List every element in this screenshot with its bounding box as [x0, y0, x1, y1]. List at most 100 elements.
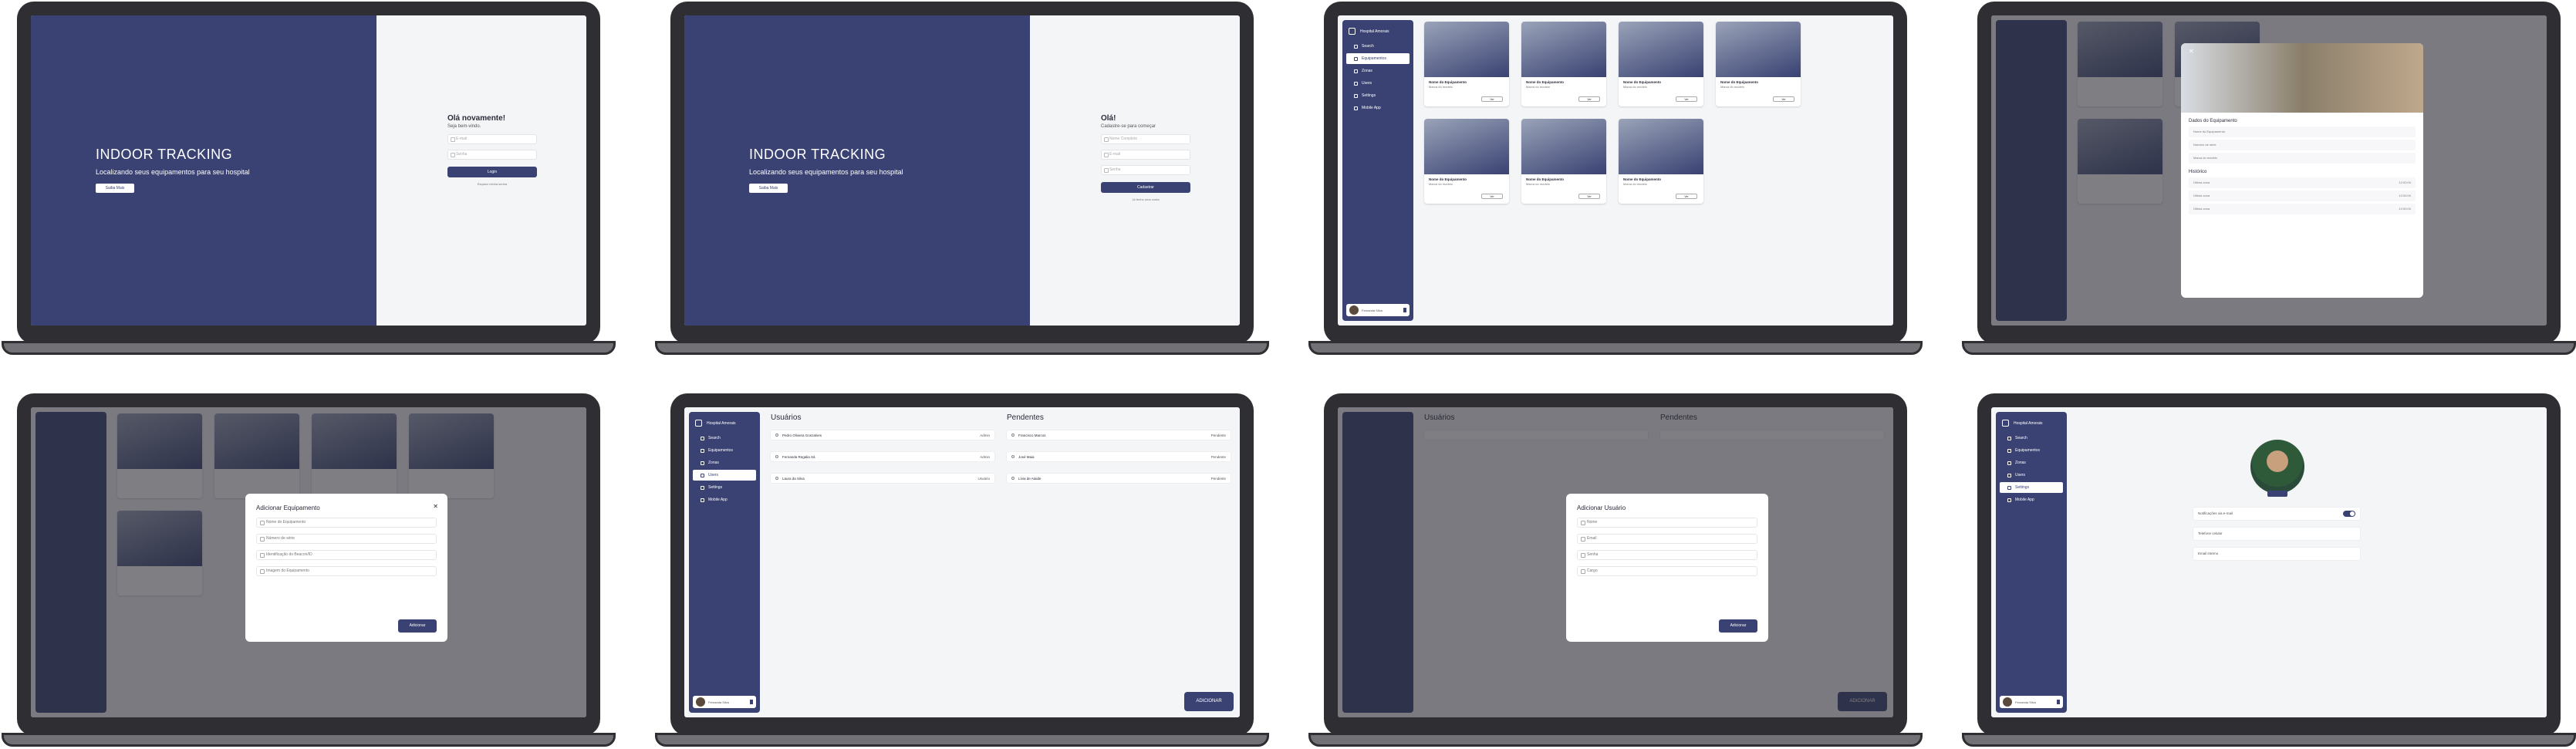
logout-icon[interactable] — [2057, 700, 2060, 704]
status-select[interactable]: Pendente — [1211, 477, 1226, 481]
add-button[interactable]: Adicionar — [398, 619, 437, 633]
equipment-card[interactable]: Nome do Equipamento Marca do modelo Ver — [1521, 22, 1606, 106]
sidebar-item-settings[interactable]: Settings — [2000, 482, 2063, 493]
view-button[interactable]: Ver — [1676, 194, 1697, 199]
history-row: Última zona 12:00:00 — [2189, 177, 2416, 188]
card-sub: Marca do modelo — [1429, 85, 1453, 89]
sidebar-item-search[interactable]: Search — [2000, 433, 2063, 444]
role-select[interactable]: Admin — [980, 434, 990, 437]
nav-label: Search — [2015, 436, 2027, 440]
person-icon — [1011, 434, 1015, 437]
login-button[interactable]: Login — [447, 167, 537, 177]
laptop-equipment: Hospital Amorais Search Equipamentos Zon… — [1308, 2, 1923, 356]
equipment-card[interactable]: Nome do Equipamento Marca do modelo Ver — [1619, 22, 1703, 106]
serial-number-field[interactable]: Número de série — [256, 534, 437, 544]
logout-icon[interactable] — [750, 700, 753, 704]
name-field[interactable]: Nome — [1577, 518, 1757, 528]
email-field[interactable]: E-mail — [1101, 150, 1190, 160]
password-field[interactable]: Senha — [447, 150, 537, 160]
pending-row[interactable]: José Maia Pendente — [1007, 452, 1231, 461]
laptop-lid: ✕ Dados do Equipamento Nome do Equipamen… — [1977, 2, 2561, 344]
role-select[interactable]: Usuário — [977, 477, 990, 481]
sidebar-item-mobile-app[interactable]: Mobile App — [1346, 103, 1410, 113]
sidebar-item-equipamentos[interactable]: Equipamentos — [693, 445, 756, 456]
password-field[interactable]: Senha — [1577, 550, 1757, 560]
sidebar-item-equipamentos[interactable]: Equipamentos — [1346, 53, 1410, 64]
login-form: Olá novamente! Seja bem-vindo. E-mail Se… — [447, 114, 537, 186]
email-field[interactable]: Email — [1577, 534, 1757, 544]
nav-label: Zonas — [708, 461, 719, 465]
password-field[interactable]: Senha — [1101, 165, 1190, 175]
learn-more-button[interactable]: Saiba Mais — [96, 184, 134, 193]
form-title: Olá! — [1101, 114, 1116, 123]
equipment-card[interactable]: Nome do Equipamento Marca do modelo Ver — [1521, 119, 1606, 204]
learn-more-button[interactable]: Saiba Mais — [749, 184, 788, 193]
screen-detail: ✕ Dados do Equipamento Nome do Equipamen… — [1991, 15, 2547, 326]
email-field[interactable]: E-mail — [447, 134, 537, 144]
phone-icon — [1354, 106, 1358, 110]
equipment-image — [1619, 119, 1703, 174]
equipment-card[interactable]: Nome do Equipamento Marca do modelo Ver — [1619, 119, 1703, 204]
sidebar-item-users[interactable]: Users — [693, 470, 756, 481]
equipment-card[interactable]: Nome do Equipamento Marca do modelo Ver — [1424, 22, 1509, 106]
user-row[interactable]: Pedro Oliveira Gonzalves Admin — [771, 430, 994, 440]
sidebar: Hospital Amorais Search Equipamentos Zon… — [1996, 412, 2067, 713]
notifications-toggle[interactable] — [2343, 511, 2355, 517]
sidebar-item-users[interactable]: Users — [2000, 470, 2063, 481]
user-chip[interactable]: Fernanda Silva — [693, 696, 756, 708]
nav-label: Users — [1362, 81, 1372, 86]
equipment-image-field[interactable]: Imagem do Equipamento — [256, 566, 437, 576]
setting-phone[interactable]: Telefone celular — [2193, 528, 2360, 540]
view-button[interactable]: Ver — [1676, 96, 1697, 102]
sidebar-item-search[interactable]: Search — [693, 433, 756, 444]
sidebar-item-zonas[interactable]: Zonas — [693, 457, 756, 468]
equipment-card[interactable]: Nome do Equipamento Marca do modelo Ver — [1716, 22, 1801, 106]
sidebar-item-settings[interactable]: Settings — [1346, 90, 1410, 101]
user-row[interactable]: Laura da Silva Usuário — [771, 474, 994, 483]
phone-icon — [701, 498, 704, 502]
forgot-password-link[interactable]: Esqueci minha senha — [447, 182, 537, 186]
status-select[interactable]: Pendente — [1211, 455, 1226, 459]
card-name: Nome do Equipamento — [1526, 177, 1565, 181]
setting-email[interactable]: Email interno — [2193, 548, 2360, 560]
sidebar-item-mobile-app[interactable]: Mobile App — [693, 494, 756, 505]
user-chip[interactable]: Fernanda Silva — [1346, 304, 1410, 316]
register-button[interactable]: Cadastrar — [1101, 182, 1190, 193]
view-button[interactable]: Ver — [1481, 194, 1503, 199]
modal-title: Adicionar Equipamento — [256, 504, 320, 511]
sidebar-item-users[interactable]: Users — [1346, 78, 1410, 89]
user-chip[interactable]: Fernanda Silva — [2000, 696, 2063, 708]
view-button[interactable]: Ver — [1578, 96, 1600, 102]
pending-row[interactable]: Lívia de Ataide Pendente — [1007, 474, 1231, 483]
laptop-base — [1962, 341, 2576, 355]
view-button[interactable]: Ver — [1481, 96, 1503, 102]
sidebar-item-equipamentos[interactable]: Equipamentos — [2000, 445, 2063, 456]
view-button[interactable]: Ver — [1773, 96, 1794, 102]
screen-register: INDOOR TRACKING Localizando seus equipam… — [684, 15, 1240, 326]
close-icon[interactable]: ✕ — [2189, 48, 2414, 55]
sidebar-item-settings[interactable]: Settings — [693, 482, 756, 493]
sidebar-item-mobile-app[interactable]: Mobile App — [2000, 494, 2063, 505]
user-row[interactable]: Fernanda Regalia Sá Admin — [771, 452, 994, 461]
view-button[interactable]: Ver — [1578, 194, 1600, 199]
add-user-button[interactable]: ADICIONAR — [1184, 692, 1234, 711]
equipment-name-field[interactable]: Nome do Equipamento — [256, 518, 437, 528]
beacon-id-field[interactable]: Identificação do Beacon/ID — [256, 550, 437, 560]
edit-photo-button[interactable] — [2267, 491, 2287, 497]
name-field[interactable]: Nome Completo — [1101, 134, 1190, 144]
setting-notifications: Notificações via e-mail — [2193, 508, 2360, 520]
close-icon[interactable]: ✕ — [433, 503, 438, 510]
add-button[interactable]: Adicionar — [1719, 619, 1757, 633]
sidebar-item-search[interactable]: Search — [1346, 41, 1410, 52]
status-select[interactable]: Pendente — [1211, 434, 1226, 437]
login-link[interactable]: Já tenho uma conta — [1101, 197, 1190, 201]
role-select[interactable]: Admin — [980, 455, 990, 459]
equipment-card[interactable]: Nome do Equipamento Marca do modelo Ver — [1424, 119, 1509, 204]
logout-icon[interactable] — [1403, 308, 1406, 312]
role-field[interactable]: Cargo — [1577, 566, 1757, 576]
card-name: Nome do Equipamento — [1526, 80, 1565, 84]
avatar — [1349, 305, 1359, 315]
sidebar-item-zonas[interactable]: Zonas — [2000, 457, 2063, 468]
sidebar-item-zonas[interactable]: Zonas — [1346, 66, 1410, 76]
pending-row[interactable]: Francisco Marcos Pendente — [1007, 430, 1231, 440]
